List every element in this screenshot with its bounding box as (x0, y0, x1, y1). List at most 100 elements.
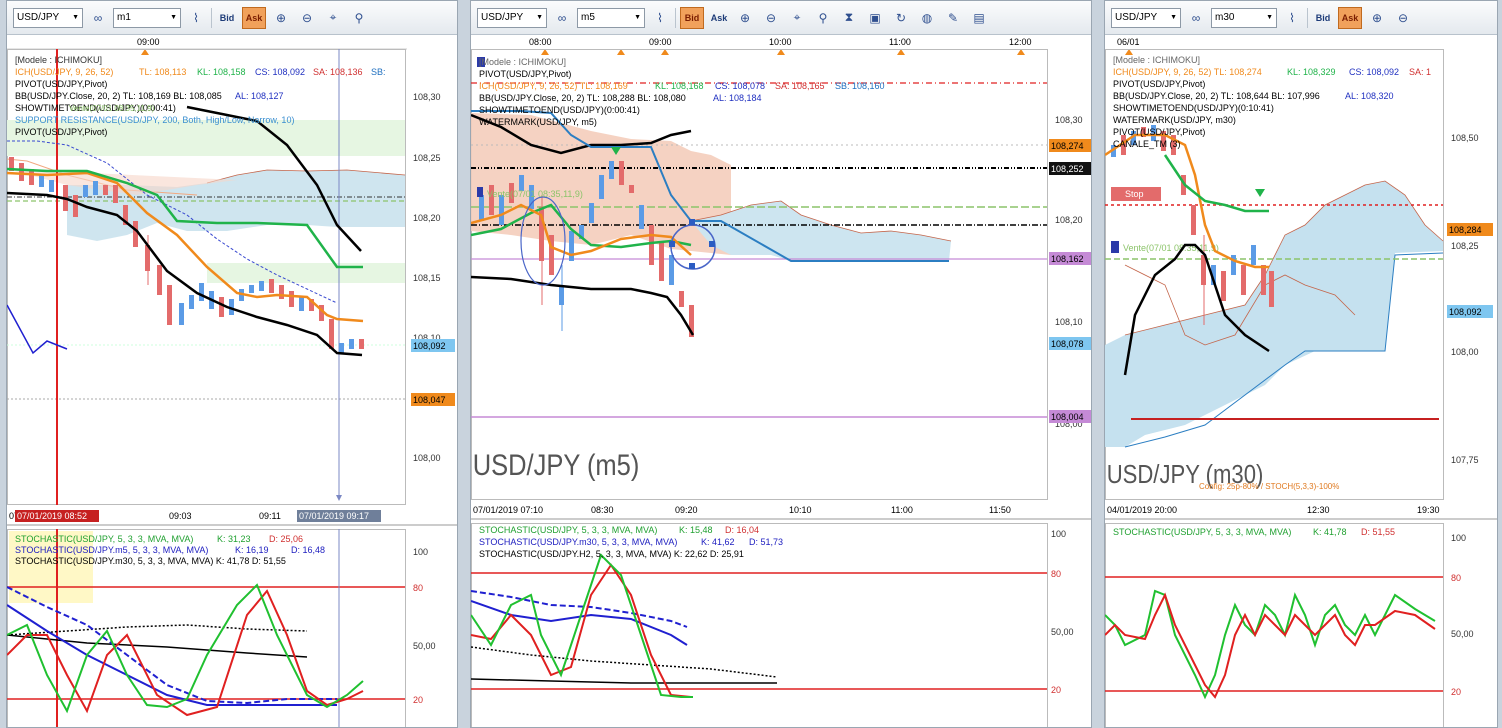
globe-icon[interactable]: ◍ (916, 7, 938, 29)
ask-button[interactable]: Ask (1338, 6, 1362, 29)
zoom-in-icon[interactable]: ⊕ (1366, 7, 1388, 29)
bid-button[interactable]: Bid (216, 7, 238, 29)
legend-line: STOCHASTIC(USD/JPY.m30, 5, 3, 3, MVA, MV… (479, 537, 677, 547)
legend-line: STOCHASTIC(USD/JPY.H2, 5, 3, 3, MVA, MVA… (479, 549, 744, 559)
x-tick-label: 12:30 (1307, 505, 1330, 515)
symbol-select[interactable]: USD/JPY ▼ (13, 7, 83, 28)
price-tag-label: 108,162 (1051, 254, 1084, 264)
order-marker (1111, 241, 1119, 253)
zoom-out-icon[interactable]: ⊖ (296, 7, 318, 29)
legend-line: SA: 1 (1409, 67, 1431, 77)
magnifier-icon[interactable]: ⚲ (348, 7, 370, 29)
legend-line: SA: 108,136 (313, 67, 363, 77)
price-tag-label: 108,252 (1051, 164, 1084, 174)
window-icon[interactable]: ▣ (864, 7, 886, 29)
x-tick-label: 11:00 (891, 505, 913, 515)
time-top-label: 10:00 (769, 37, 792, 47)
pencil-icon[interactable]: ✎ (942, 7, 964, 29)
handle-icon[interactable] (669, 241, 675, 247)
time-top-label: 08:00 (529, 37, 552, 47)
legend-line: CS: 108,092 (255, 67, 305, 77)
vente-label: Vente(07/01 08:35,11,9) (69, 104, 155, 113)
y-tick-label: 108,10 (1055, 317, 1083, 327)
legend-line: KL: 108,158 (197, 67, 246, 77)
x-tick-label: 07/01/2019 07:10 (473, 505, 543, 515)
vente-label: Vente(07/01 08:35,11,9) (487, 189, 583, 199)
legend-line: K: 41,62 (701, 537, 735, 547)
watermark: USD/JPY (m5) (473, 448, 640, 481)
y-tick-label: 80 (413, 583, 423, 593)
zoom-in-icon[interactable]: ⊕ (734, 7, 756, 29)
chart-canvas[interactable]: 09:00 [Modele: ICHIMOKU] ICH(USD/JPY, 9… (7, 35, 458, 728)
separator (211, 7, 212, 28)
timeframe-select[interactable]: m5 ▼ (577, 7, 645, 28)
y-tick-label: 108,00 (413, 453, 441, 463)
price-tag-label: 108,284 (1449, 225, 1482, 235)
symbol-select[interactable]: USD/JPY ▼ (477, 7, 547, 28)
chart-panel-m5[interactable]: USD/JPY ▼ ∞ m5 ▼ ⌇ Bid Ask ⊕ ⊖ ⌖ ⚲ ⧗ ▣ ↻ ◍… (470, 0, 1092, 728)
symbol-select[interactable]: USD/JPY ▼ (1111, 7, 1181, 28)
ask-button[interactable]: Ask (242, 6, 266, 29)
stop-label: Stop (1125, 189, 1144, 199)
hourglass-icon[interactable]: ⧗ (838, 7, 860, 29)
y-tick-label: 108,25 (413, 153, 441, 163)
price-tag-label: 108,047 (413, 395, 446, 405)
handle-icon[interactable] (709, 241, 715, 247)
y-tick-label: 100 (413, 547, 428, 557)
price-tag-label: 108,092 (1449, 307, 1482, 317)
x-tick-label: 10:10 (789, 505, 812, 515)
handle-icon[interactable] (689, 219, 695, 225)
price-tag-label: 108,274 (1051, 141, 1084, 151)
chart-type-icon[interactable]: ⌇ (1281, 7, 1303, 29)
timeframe-select[interactable]: m30 ▼ (1211, 7, 1277, 28)
legend-line: D: 25,06 (269, 534, 303, 544)
legend-line: STOCHASTIC(USD/JPY.m5, 5, 3, 3, MVA, MVA… (15, 545, 208, 555)
price-tag-label: 108,092 (413, 341, 446, 351)
legend-line: D: 51,55 (1361, 527, 1395, 537)
legend-line: SUPPORT RESISTANCE(USD/JPY, 200, Both, H… (15, 115, 294, 125)
legend-line: AL: 108,320 (1345, 91, 1394, 101)
link-icon[interactable]: ∞ (1185, 7, 1207, 29)
chart-panel-m30[interactable]: USD/JPY ▼ ∞ m30 ▼ ⌇ Bid Ask ⊕ ⊖ 06/01 Stop… (1104, 0, 1498, 728)
legend-line: PIVOT(USD/JPY,Pivot) (1113, 127, 1205, 137)
zoom-in-icon[interactable]: ⊕ (270, 7, 292, 29)
chart-canvas[interactable]: 08:00 09:00 10:00 11:00 12:00 Vente(07/0… (471, 35, 1092, 728)
y-tick-label: 108,00 (1451, 347, 1479, 357)
zoom-out-icon[interactable]: ⊖ (760, 7, 782, 29)
ask-button[interactable]: Ask (708, 7, 730, 29)
magnifier-icon[interactable]: ⚲ (812, 7, 834, 29)
link-icon[interactable]: ∞ (87, 7, 109, 29)
chart-type-icon[interactable]: ⌇ (649, 7, 671, 29)
chart-canvas[interactable]: 06/01 Stop Vente(07/01 08:35,11,9) [Mode… (1105, 35, 1498, 728)
link-icon[interactable]: ∞ (551, 7, 573, 29)
zoom-out-icon[interactable]: ⊖ (1392, 7, 1414, 29)
handle-icon[interactable] (689, 263, 695, 269)
x-tick-label: 04/01/2019 20:00 (1107, 505, 1177, 515)
legend-line: SHOWTIMETOEND(USD/JPY)(0:00:41) (479, 105, 640, 115)
time-top-label: 09:00 (137, 37, 160, 47)
chart-type-icon[interactable]: ⌇ (185, 7, 207, 29)
chart-panel-m1[interactable]: USD/JPY▼ ∞ m1▼ ⌇ Bid Ask ⊕ ⊖ ⌖ ⚲ 09:00 (6, 0, 458, 728)
legend-line: D: 16,48 (291, 545, 325, 555)
timeframe-select[interactable]: m1 ▼ (113, 7, 181, 28)
legend-line: PIVOT(USD/JPY,Pivot) (1113, 79, 1205, 89)
time-tag-label: 07/01/2019 09:17 (299, 511, 369, 521)
x-tick-label: 08:30 (591, 505, 614, 515)
symbol-value: USD/JPY (481, 12, 524, 23)
y-tick-label: 20 (1451, 687, 1461, 697)
y-tick-label: 80 (1051, 569, 1061, 579)
y-tick-label: 107,75 (1451, 455, 1479, 465)
order-marker (477, 187, 483, 197)
y-tick-label: 100 (1451, 533, 1466, 543)
refresh-icon[interactable]: ↻ (890, 7, 912, 29)
crosshair-icon[interactable]: ⌖ (786, 7, 808, 29)
legend-line: ICH(USD/JPY, 9, 26, 52) TL: 108,169 (479, 81, 628, 91)
symbol-value: USD/JPY (17, 12, 60, 23)
bid-button[interactable]: Bid (680, 6, 704, 29)
y-tick-label: 50,00 (1051, 627, 1074, 637)
bid-button[interactable]: Bid (1312, 7, 1334, 29)
crosshair-icon[interactable]: ⌖ (322, 7, 344, 29)
image-icon[interactable]: ▤ (968, 7, 990, 29)
y-tick-label: 108,25 (1451, 241, 1479, 251)
time-top-label: 09:00 (649, 37, 672, 47)
